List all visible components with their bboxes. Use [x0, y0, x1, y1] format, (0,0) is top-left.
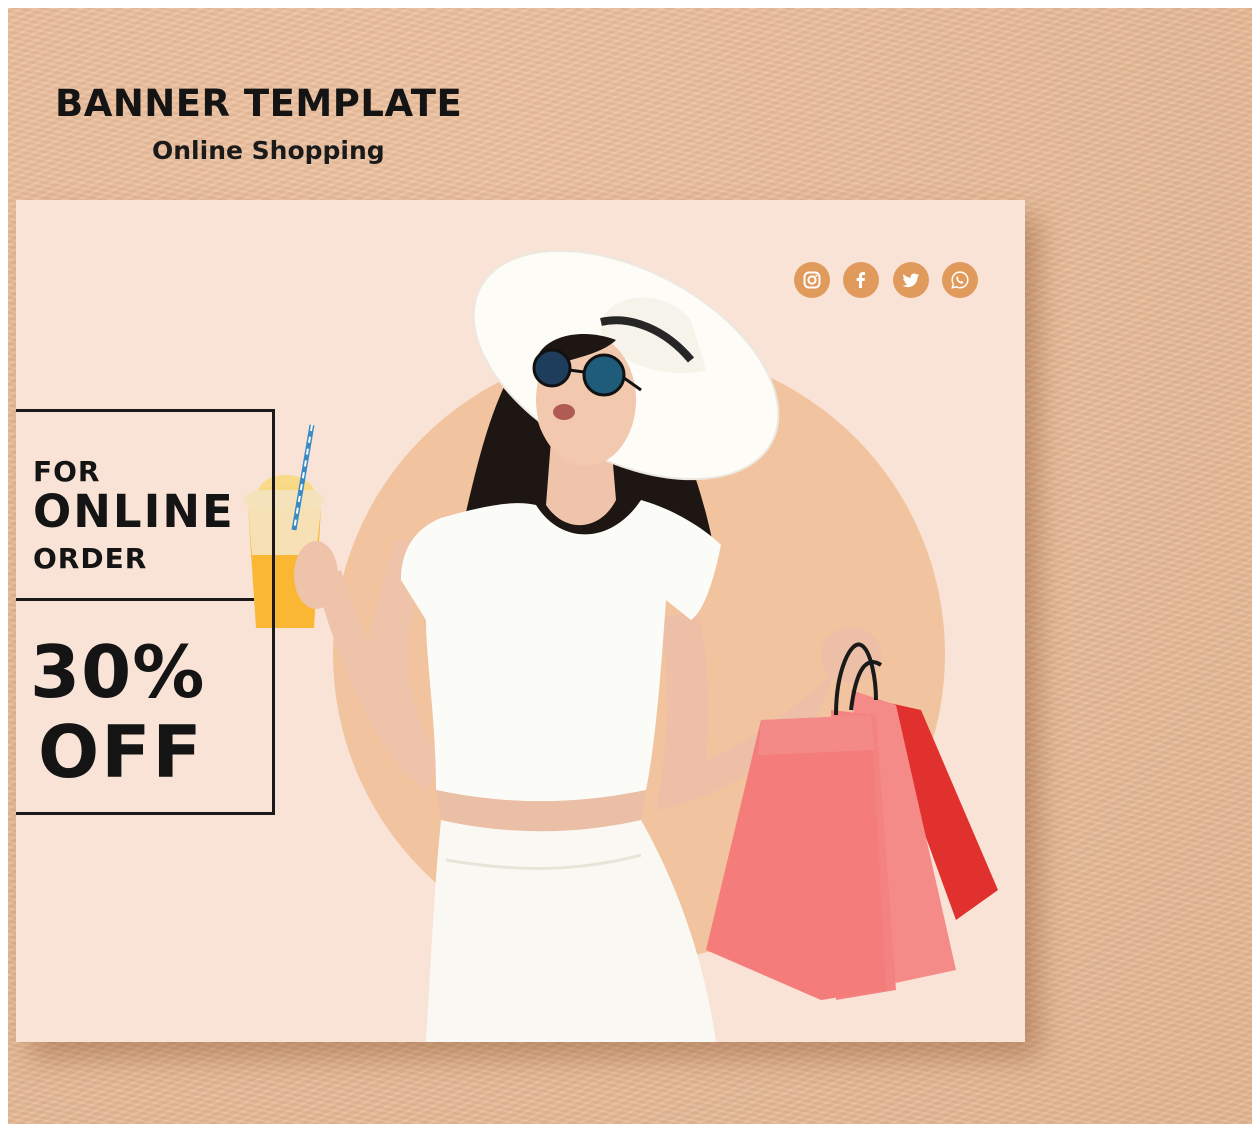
- twitter-icon[interactable]: [893, 262, 929, 298]
- promo-divider: [16, 598, 254, 601]
- page-subtitle: Online Shopping: [152, 136, 385, 165]
- promo-line-online: ONLINE: [33, 485, 235, 538]
- discount-off: OFF: [38, 710, 204, 794]
- discount-percent: 30%: [30, 630, 206, 714]
- shopping-bags: [706, 642, 998, 1000]
- whatsapp-icon[interactable]: [942, 262, 978, 298]
- left-hand: [294, 541, 338, 609]
- page-title: BANNER TEMPLATE: [55, 82, 463, 125]
- facebook-icon[interactable]: [843, 262, 879, 298]
- promo-line-for: FOR: [33, 455, 101, 488]
- white-skirt: [426, 820, 716, 1042]
- promo-line-order: ORDER: [33, 542, 148, 575]
- mouth: [553, 404, 575, 420]
- textured-background: BANNER TEMPLATE Online Shopping FOR ONLI…: [8, 8, 1252, 1124]
- promo-banner: FOR ONLINE ORDER 30% OFF: [16, 200, 1025, 1042]
- instagram-icon[interactable]: [794, 262, 830, 298]
